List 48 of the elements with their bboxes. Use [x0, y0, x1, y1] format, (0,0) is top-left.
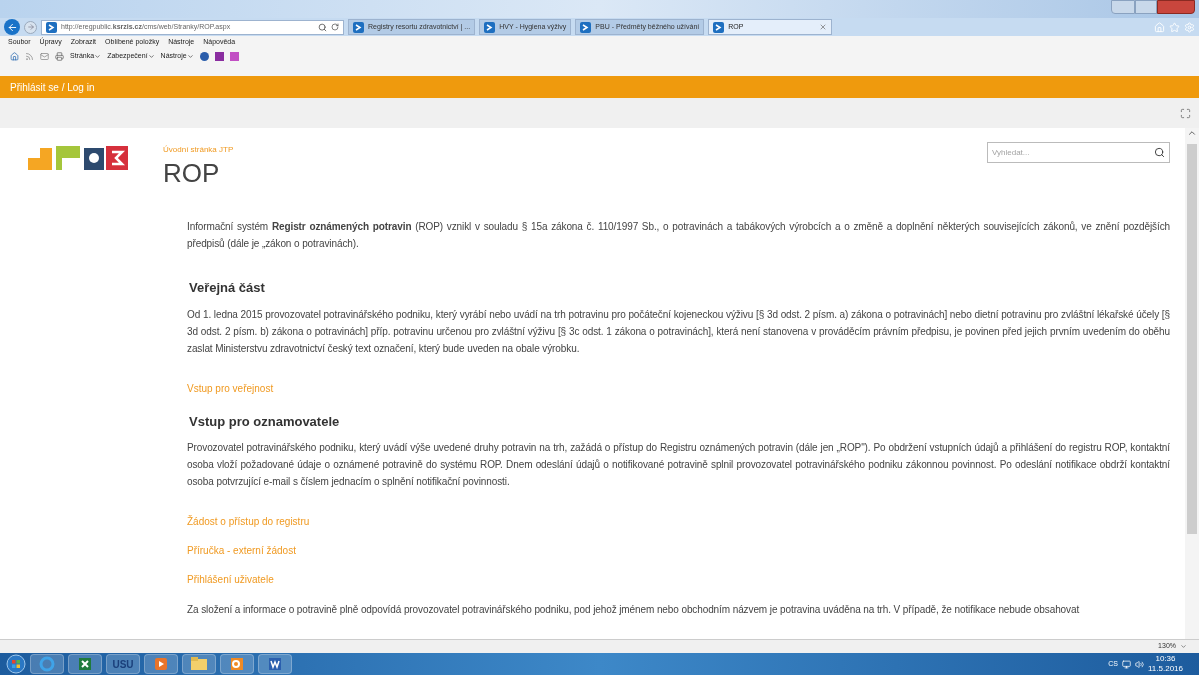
back-arrow-icon [6, 21, 18, 33]
paragraph: Za složení a informace o potravině plně odpovídá provozovatel potravinářského podniku, pod jehož jménem nebo obchodním názvem je potravina uváděna na trh. V případě, že notifikace nebude obsahovat [187, 603, 1081, 617]
section-heading: Veřejná část [188, 279, 266, 297]
print-icon[interactable] [55, 51, 64, 61]
feed-icon[interactable] [25, 51, 34, 61]
caret-icon [94, 52, 102, 60]
site-icon [484, 21, 496, 33]
maximize-button[interactable] [1135, 0, 1157, 14]
site-icon [353, 21, 364, 33]
caret-icon [186, 52, 194, 60]
search-icon[interactable] [1154, 147, 1165, 158]
site-icon [580, 21, 592, 33]
caret-icon[interactable] [1180, 643, 1187, 650]
focus-icon[interactable] [1180, 107, 1191, 119]
volume-icon[interactable] [1135, 659, 1144, 669]
search-input[interactable]: Vyhledat... [992, 146, 1154, 159]
refresh-icon[interactable] [331, 23, 339, 31]
back-button[interactable] [4, 19, 20, 35]
caret-icon [147, 52, 155, 60]
site-icon [713, 21, 725, 33]
close-button[interactable] [1157, 0, 1195, 14]
document-app-icon[interactable] [258, 654, 292, 674]
paragraph: Provozovatel potravinářského podniku, který uvádí výše uvedené druhy potravin na trh, zažádá o přístup do Registru oznámených potravin (dále jen „ROP"). Po obdržení vstupních údajů a přihlášení do registru ROP, kontaktní osoba vloží požadované údaje o oznámené potravině do systému ROP. Dnem odeslání údajů o notifikované potravině splnil provozovatel potravinářského podniku zákonnou povinnost. Po odeslání notifikace obdrží kontaktní osoba potvrzující e-mail s číslem jednacím o splnění notifikační povinnosti. [187, 441, 1170, 489]
paragraph: Informační systém Registr oznámených potravin (ROP) vznikl v souladu § 15a zákona č. 110/1997 Sb., o potravinách a tabákových výrobcích a o změně a doplnění některých souvisejících zákonů, ve znění pozdějších předpisů (dále je „zákon o potravinách). [187, 220, 1170, 251]
section-heading: Vstup pro oznamovatele [188, 412, 341, 431]
page-title: ROP [163, 157, 221, 190]
help-icon[interactable] [199, 51, 209, 61]
paragraph: Od 1. ledna 2015 provozovatel potravinářského podniku, který vyrábí nebo uvádí na trh potravinu pro počáteční kojeneckou výživu [§ 3d odst. 2 písm. a) zákona o potravinách] nebo dietní potravinu pro zvláštní lékařské účely [§ 3d odst. 2 písm. b) zákona o potravinách] příp. potravinu určenou pro zvláštní výživu [§ 3c odst. 1 zákona o potravinách], která není stanovena v prováděcím právním předpisu, je povinen před jejich prvním uvedením do oběhu zaslat Ministerstvu zdravotnictví český text označení, který bude uveden na obale výrobku. [187, 307, 1170, 356]
site-icon [46, 21, 57, 33]
forward-arrow-icon [26, 23, 35, 31]
home-icon[interactable] [10, 51, 19, 61]
clock[interactable]: 10:36 11.5.2016 [1148, 654, 1183, 674]
media-player-icon[interactable] [144, 654, 178, 674]
search-icon[interactable] [318, 22, 327, 32]
clock-date: 11.5.2016 [1148, 664, 1183, 674]
network-icon[interactable] [1122, 659, 1131, 669]
mail-app-icon[interactable] [220, 654, 254, 674]
scroll-up-icon[interactable] [1187, 128, 1197, 138]
start-button[interactable] [6, 654, 26, 674]
search-field[interactable]: Vyhledat... [987, 142, 1170, 163]
spreadsheet-icon[interactable] [68, 654, 102, 674]
folder-icon[interactable] [182, 654, 216, 674]
scrollbar[interactable] [1185, 128, 1199, 639]
mail-icon[interactable] [40, 51, 49, 61]
tab-close-icon[interactable] [819, 23, 828, 31]
forward-button[interactable] [24, 20, 37, 34]
clock-time: 10:36 [1155, 654, 1176, 664]
minimize-button[interactable] [1111, 0, 1135, 14]
